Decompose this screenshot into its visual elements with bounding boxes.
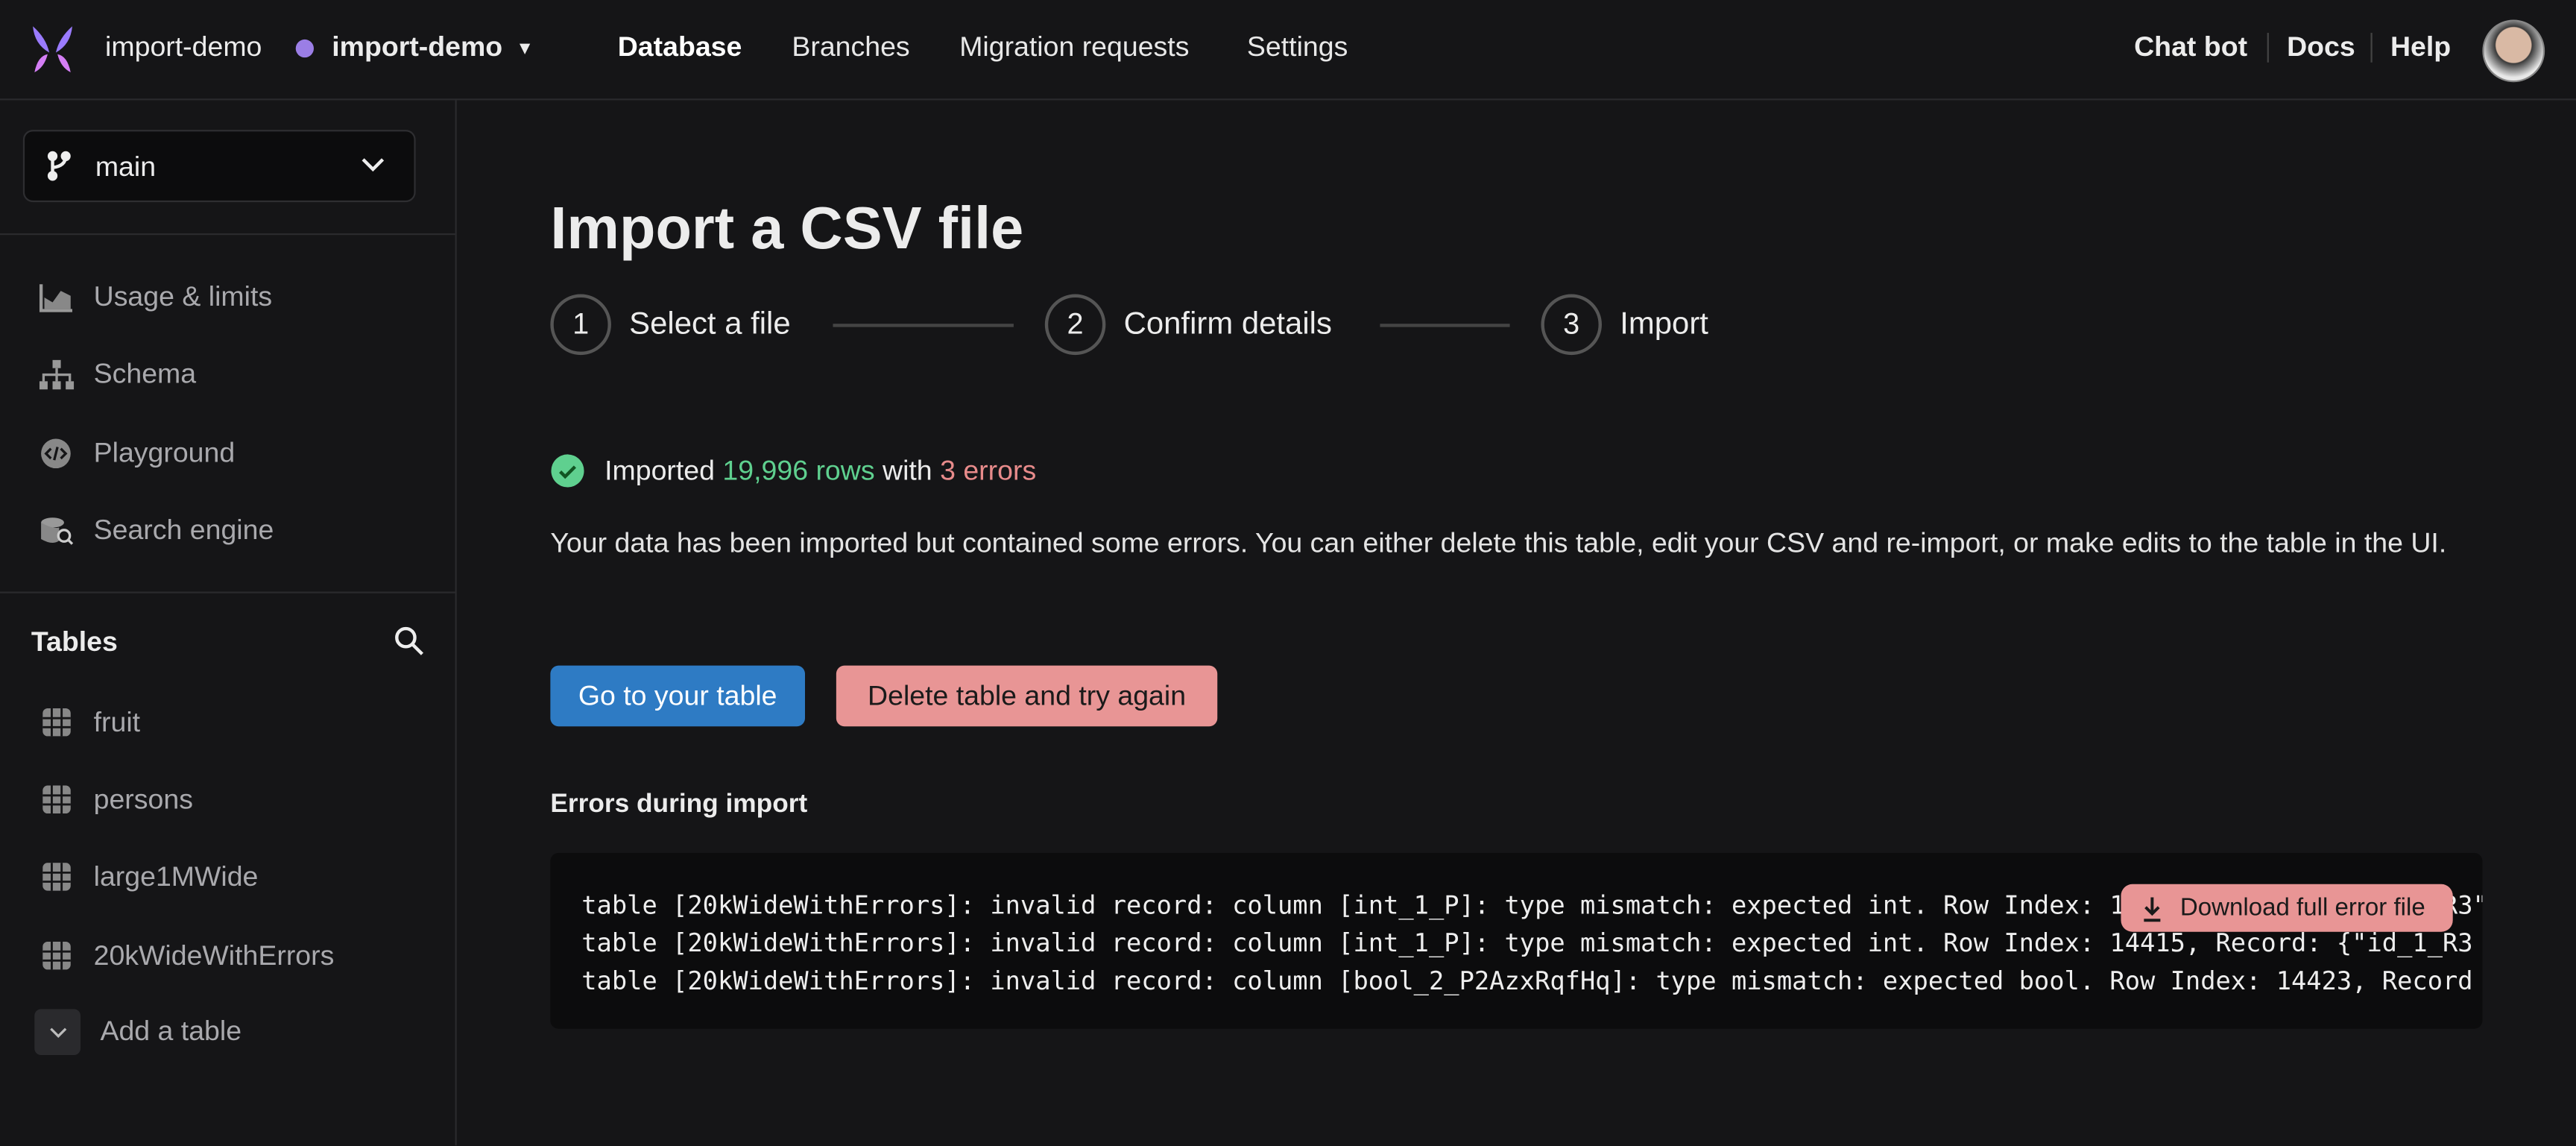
status-prefix: Imported bbox=[604, 454, 715, 486]
error-log: table [20kWideWithErrors]: invalid recor… bbox=[550, 852, 2483, 1029]
branch-icon bbox=[47, 151, 71, 181]
table-icon bbox=[42, 941, 71, 970]
sidebar-item-playground[interactable]: Playground bbox=[40, 437, 235, 470]
chart-icon bbox=[39, 284, 72, 312]
code-icon bbox=[41, 438, 71, 469]
add-table-button[interactable]: Add a table bbox=[34, 1009, 242, 1056]
table-item-persons[interactable]: persons bbox=[40, 784, 193, 816]
branch-name: main bbox=[95, 151, 157, 183]
sidebar: main Usage & limits Schema Playground Se… bbox=[0, 100, 457, 1146]
step-1: 1 Select a file bbox=[550, 294, 791, 356]
step-number: 3 bbox=[1541, 294, 1602, 356]
step-connector bbox=[833, 324, 1014, 327]
sidebar-item-label: Playground bbox=[93, 437, 236, 469]
errors-heading: Errors during import bbox=[550, 790, 808, 819]
import-description: Your data has been imported but containe… bbox=[550, 527, 2447, 559]
download-label: Download full error file bbox=[2179, 894, 2425, 922]
caret-down-icon[interactable]: ▼ bbox=[516, 40, 534, 59]
download-icon bbox=[2144, 896, 2161, 922]
step-2: 2 Confirm details bbox=[1044, 294, 1332, 356]
table-name: 20kWideWithErrors bbox=[93, 939, 335, 972]
go-to-table-button[interactable]: Go to your table bbox=[550, 665, 806, 727]
schema-icon bbox=[39, 359, 75, 390]
divider bbox=[2370, 33, 2373, 63]
chat-bot-link[interactable]: Chat bot bbox=[2134, 31, 2247, 64]
workspace-link[interactable]: import-demo bbox=[105, 31, 262, 64]
database-selector[interactable]: import-demo bbox=[332, 31, 502, 64]
chevron-down-icon bbox=[362, 158, 385, 172]
delete-table-button[interactable]: Delete table and try again bbox=[836, 665, 1218, 727]
sidebar-item-label: Search engine bbox=[93, 514, 274, 546]
nav-branches[interactable]: Branches bbox=[792, 31, 909, 64]
status-mid: with bbox=[883, 454, 932, 486]
step-connector bbox=[1380, 324, 1510, 327]
step-number: 2 bbox=[1044, 294, 1106, 356]
tables-heading: Tables bbox=[31, 626, 118, 658]
step-label: Select a file bbox=[629, 306, 791, 341]
branch-selector[interactable]: main bbox=[22, 130, 416, 203]
table-item-fruit[interactable]: fruit bbox=[40, 707, 140, 740]
error-line: table [20kWideWithErrors]: invalid recor… bbox=[581, 928, 2473, 958]
step-3: 3 Import bbox=[1541, 294, 1708, 356]
step-label: Import bbox=[1620, 306, 1708, 341]
sidebar-item-label: Usage & limits bbox=[93, 280, 273, 312]
table-name: persons bbox=[93, 784, 193, 816]
step-label: Confirm details bbox=[1123, 306, 1332, 341]
user-avatar[interactable] bbox=[2482, 19, 2545, 83]
nav-migration-requests[interactable]: Migration requests bbox=[959, 31, 1189, 64]
table-icon bbox=[42, 863, 71, 891]
nav-database[interactable]: Database bbox=[618, 31, 742, 64]
chevron-down-icon bbox=[34, 1009, 81, 1056]
database-color-dot bbox=[295, 39, 314, 58]
step-number: 1 bbox=[550, 294, 611, 356]
sidebar-item-schema[interactable]: Schema bbox=[39, 358, 197, 391]
sidebar-item-label: Schema bbox=[93, 358, 197, 390]
import-status: Imported 19,996 rows with 3 errors bbox=[550, 453, 1036, 488]
sidebar-item-usage[interactable]: Usage & limits bbox=[39, 280, 273, 314]
docs-link[interactable]: Docs bbox=[2287, 31, 2355, 64]
divider bbox=[2267, 33, 2269, 63]
table-name: large1MWide bbox=[93, 860, 259, 892]
table-item-20kwidewitherrors[interactable]: 20kWideWithErrors bbox=[40, 940, 334, 973]
table-icon bbox=[42, 785, 71, 814]
sidebar-item-search-engine[interactable]: Search engine bbox=[40, 514, 274, 547]
search-icon[interactable] bbox=[394, 626, 424, 656]
table-item-large1mwide[interactable]: large1MWide bbox=[40, 861, 258, 894]
add-table-label: Add a table bbox=[100, 1016, 242, 1048]
top-header: import-demo import-demo ▼ Database Branc… bbox=[0, 0, 2576, 101]
errors-count: 3 errors bbox=[940, 454, 1037, 486]
nav-settings[interactable]: Settings bbox=[1247, 31, 1348, 64]
xata-logo-icon[interactable] bbox=[30, 25, 76, 74]
download-error-file-button[interactable]: Download full error file bbox=[2121, 884, 2453, 932]
table-icon bbox=[42, 708, 71, 737]
table-name: fruit bbox=[93, 706, 141, 738]
rows-count: 19,996 rows bbox=[722, 454, 875, 486]
check-circle-icon bbox=[551, 454, 584, 488]
search-engine-icon bbox=[41, 517, 74, 545]
page-title: Import a CSV file bbox=[550, 194, 1024, 262]
error-line: table [20kWideWithErrors]: invalid recor… bbox=[581, 966, 2473, 996]
help-link[interactable]: Help bbox=[2390, 31, 2451, 64]
